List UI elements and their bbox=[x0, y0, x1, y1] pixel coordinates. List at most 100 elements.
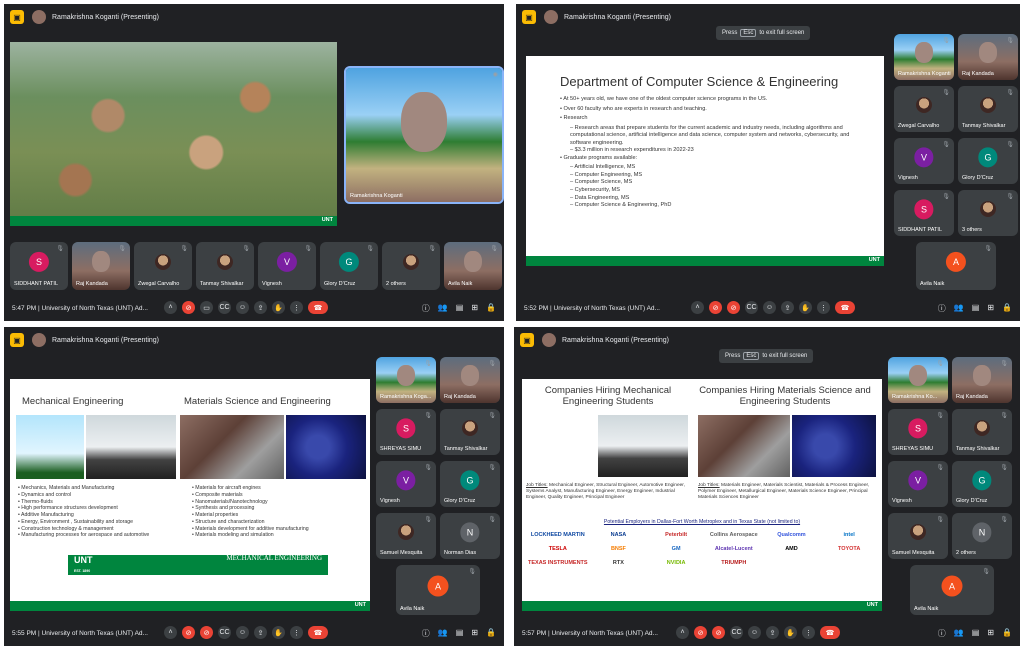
raise-hand-button[interactable]: ✋ bbox=[272, 626, 285, 639]
participant-tile[interactable]: N 🎙 Norman Dias bbox=[440, 513, 500, 559]
people-icon[interactable]: 👥 bbox=[954, 628, 964, 639]
participant-tile[interactable]: G 🎙 Glory D'Cruz bbox=[440, 461, 500, 507]
lock-icon[interactable]: 🔒 bbox=[486, 303, 496, 314]
chat-icon[interactable]: ▤ bbox=[972, 628, 980, 639]
chat-icon[interactable]: ▤ bbox=[972, 303, 980, 314]
activities-icon[interactable]: ⊞ bbox=[987, 628, 994, 639]
emoji-button[interactable]: ☺ bbox=[236, 301, 249, 314]
meeting-clock: 5:52 PM | University of North Texas (UNT… bbox=[524, 304, 660, 312]
lock-icon[interactable]: 🔒 bbox=[486, 628, 496, 639]
mic-off-button[interactable]: ⊘ bbox=[709, 301, 722, 314]
lab-image bbox=[698, 415, 790, 477]
participant-tile[interactable]: 🎙 Tanmay Shivalkar bbox=[958, 86, 1018, 132]
side-controls: ⓘ 👥 ▤ ⊞ 🔒 bbox=[938, 303, 1012, 314]
participant-tile[interactable]: A 🎙 Avila Naik bbox=[910, 565, 994, 615]
raise-hand-button[interactable]: ✋ bbox=[272, 301, 285, 314]
people-icon[interactable]: 👥 bbox=[438, 628, 448, 639]
more-options-button[interactable]: ⋮ bbox=[802, 626, 815, 639]
present-button[interactable]: ⇪ bbox=[766, 626, 779, 639]
participant-tile[interactable]: 🎙 3 others bbox=[958, 190, 1018, 236]
leave-call-button[interactable]: ☎ bbox=[308, 301, 328, 314]
activities-icon[interactable]: ⊞ bbox=[471, 303, 478, 314]
participant-tile[interactable]: 🎙 Zwegal Carvalho bbox=[894, 86, 954, 132]
slide-footer-bar: UNT bbox=[10, 216, 337, 226]
chevron-up-icon[interactable]: ˄ bbox=[164, 626, 177, 639]
lock-icon[interactable]: 🔒 bbox=[1002, 303, 1012, 314]
participant-tile[interactable]: G 🎙 Glory D'Cruz bbox=[958, 138, 1018, 184]
emoji-button[interactable]: ☺ bbox=[748, 626, 761, 639]
participant-tile[interactable]: 🎙 Raj Kandada bbox=[952, 357, 1012, 403]
present-button[interactable]: ⇪ bbox=[781, 301, 794, 314]
participant-tile[interactable]: 🎙 Zwegal Carvalho bbox=[134, 242, 192, 290]
chevron-up-icon[interactable]: ˄ bbox=[164, 301, 177, 314]
info-icon[interactable]: ⓘ bbox=[422, 628, 430, 639]
participant-tile[interactable]: 🎙 Avila Naik bbox=[444, 242, 502, 290]
info-icon[interactable]: ⓘ bbox=[422, 303, 430, 314]
participant-tile[interactable]: 🎙 Tanmay Shivalkar bbox=[952, 409, 1012, 455]
participant-name: 3 others bbox=[962, 227, 982, 233]
camera-button[interactable]: ▭ bbox=[200, 301, 213, 314]
leave-call-button[interactable]: ☎ bbox=[820, 626, 840, 639]
more-options-button[interactable]: ⋮ bbox=[290, 301, 303, 314]
participant-name: Samuel Mesquita bbox=[380, 550, 423, 556]
info-icon[interactable]: ⓘ bbox=[938, 303, 946, 314]
participant-tile[interactable]: V 🎙 Vignesh bbox=[376, 461, 436, 507]
camera-off-button[interactable]: ⊘ bbox=[727, 301, 740, 314]
captions-button[interactable]: CC bbox=[218, 626, 231, 639]
participant-tile[interactable]: A 🎙 Avila Naik bbox=[396, 565, 480, 615]
present-button[interactable]: ⇪ bbox=[254, 626, 267, 639]
participant-tile[interactable]: 🎙 Raj Kandada bbox=[72, 242, 130, 290]
participant-tile[interactable]: 🎙 Raj Kandada bbox=[958, 34, 1018, 80]
captions-button[interactable]: CC bbox=[745, 301, 758, 314]
participant-tile[interactable]: 🎙 Ramakrishna Koganti bbox=[894, 34, 954, 80]
emoji-button[interactable]: ☺ bbox=[236, 626, 249, 639]
participant-tile[interactable]: V 🎙 Vignesh bbox=[258, 242, 316, 290]
chevron-up-icon[interactable]: ˄ bbox=[676, 626, 689, 639]
chat-icon[interactable]: ▤ bbox=[456, 628, 464, 639]
emoji-button[interactable]: ☺ bbox=[763, 301, 776, 314]
people-icon[interactable]: 👥 bbox=[954, 303, 964, 314]
participant-tile[interactable]: S 🎙 SIDDHANT PATIL bbox=[10, 242, 68, 290]
captions-button[interactable]: CC bbox=[730, 626, 743, 639]
mic-muted-icon: 🎙 bbox=[180, 246, 188, 252]
activities-icon[interactable]: ⊞ bbox=[987, 303, 994, 314]
mic-off-button[interactable]: ⊘ bbox=[182, 626, 195, 639]
camera-off-button[interactable]: ⊘ bbox=[200, 626, 213, 639]
participant-tile[interactable]: G 🎙 Glory D'Cruz bbox=[952, 461, 1012, 507]
participant-tile[interactable]: S 🎙 SIDDHANT PATIL bbox=[894, 190, 954, 236]
participant-tile[interactable]: 🎙 Ramakrishna Koga... bbox=[376, 357, 436, 403]
leave-call-button[interactable]: ☎ bbox=[308, 626, 328, 639]
leave-call-button[interactable]: ☎ bbox=[835, 301, 855, 314]
info-icon[interactable]: ⓘ bbox=[938, 628, 946, 639]
participant-tile[interactable]: V 🎙 Vignesh bbox=[894, 138, 954, 184]
participant-tile[interactable]: 🎙 Samuel Mesquita bbox=[888, 513, 948, 559]
presenter-video-tile[interactable]: ◉ Ramakrishna Koganti bbox=[344, 66, 504, 204]
participant-tile[interactable]: S 🎙 SHREYAS SIMU bbox=[376, 409, 436, 455]
participant-tile[interactable]: 🎙 Tanmay Shivalkar bbox=[196, 242, 254, 290]
participant-tile[interactable]: A 🎙 Avila Naik bbox=[916, 242, 996, 290]
captions-button[interactable]: CC bbox=[218, 301, 231, 314]
raise-hand-button[interactable]: ✋ bbox=[784, 626, 797, 639]
participant-tile[interactable]: V 🎙 Vignesh bbox=[888, 461, 948, 507]
people-icon[interactable]: 👥 bbox=[438, 303, 448, 314]
chevron-up-icon[interactable]: ˄ bbox=[691, 301, 704, 314]
mic-off-button[interactable]: ⊘ bbox=[182, 301, 195, 314]
participant-tile[interactable]: 🎙 Tanmay Shivalkar bbox=[440, 409, 500, 455]
participant-tile[interactable]: 🎙 Raj Kandada bbox=[440, 357, 500, 403]
presenter-avatar bbox=[542, 333, 556, 347]
activities-icon[interactable]: ⊞ bbox=[471, 628, 478, 639]
participant-tile[interactable]: G 🎙 Glory D'Cruz bbox=[320, 242, 378, 290]
lock-icon[interactable]: 🔒 bbox=[1002, 628, 1012, 639]
present-button[interactable]: ⇪ bbox=[254, 301, 267, 314]
mic-off-button[interactable]: ⊘ bbox=[694, 626, 707, 639]
participant-tile[interactable]: 🎙 Samuel Mesquita bbox=[376, 513, 436, 559]
more-options-button[interactable]: ⋮ bbox=[817, 301, 830, 314]
raise-hand-button[interactable]: ✋ bbox=[799, 301, 812, 314]
participant-tile[interactable]: 🎙 2 others bbox=[382, 242, 440, 290]
more-options-button[interactable]: ⋮ bbox=[290, 626, 303, 639]
participant-tile[interactable]: 🎙 Ramakrishna Ko... bbox=[888, 357, 948, 403]
participant-tile[interactable]: N 🎙 2 others bbox=[952, 513, 1012, 559]
participant-tile[interactable]: S 🎙 SHREYAS SIMU bbox=[888, 409, 948, 455]
chat-icon[interactable]: ▤ bbox=[456, 303, 464, 314]
camera-off-button[interactable]: ⊘ bbox=[712, 626, 725, 639]
